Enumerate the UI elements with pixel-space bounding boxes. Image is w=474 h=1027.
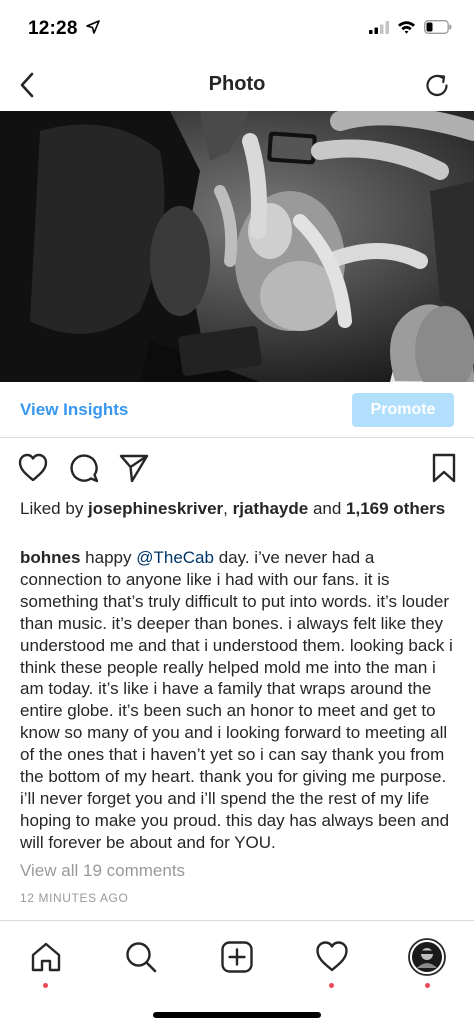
bottom-tab-bar <box>0 920 474 1027</box>
view-all-comments-link[interactable]: View all 19 comments <box>20 861 185 881</box>
concert-crowd-image <box>0 111 474 382</box>
page-title: Photo <box>208 73 266 95</box>
home-notification-dot <box>43 983 48 988</box>
bookmark-icon[interactable] <box>428 452 460 484</box>
post-timestamp: 12 MINUTES AGO <box>20 891 129 905</box>
signal-icon <box>369 20 389 34</box>
post-photo[interactable] <box>0 111 474 382</box>
home-indicator <box>153 1012 321 1018</box>
liker-username[interactable]: josephineskriver <box>88 499 223 518</box>
likes-summary[interactable]: Liked by josephineskriver, rjathayde and… <box>20 498 460 520</box>
view-insights-link[interactable]: View Insights <box>20 400 128 420</box>
status-bar: 12:28 <box>0 0 474 60</box>
wifi-icon <box>398 21 415 34</box>
likes-and: and <box>308 499 347 518</box>
insights-bar: View Insights Promote <box>0 382 474 438</box>
status-time: 12:28 <box>28 18 78 39</box>
add-post-icon[interactable] <box>219 939 255 975</box>
nav-bar: Photo <box>0 60 474 110</box>
search-icon[interactable] <box>123 939 159 975</box>
home-icon[interactable] <box>28 939 64 975</box>
profile-avatar[interactable] <box>408 938 446 976</box>
profile-notification-dot <box>425 983 430 988</box>
comment-icon[interactable] <box>68 452 100 484</box>
likes-count[interactable]: 1,169 others <box>346 499 445 518</box>
caption-text: day. i’ve never had a connection to anyo… <box>20 548 453 852</box>
heart-icon[interactable] <box>17 452 49 484</box>
liker-username[interactable]: rjathayde <box>233 499 309 518</box>
post-caption: bohnes happy @TheCab day. i’ve never had… <box>20 547 460 854</box>
share-icon[interactable] <box>118 452 150 484</box>
caption-mention[interactable]: @TheCab <box>136 548 214 567</box>
likes-separator: , <box>223 499 233 518</box>
post-actions <box>0 450 474 490</box>
battery-icon <box>424 20 452 34</box>
caption-username[interactable]: bohnes <box>20 548 80 567</box>
location-arrow-icon <box>86 20 100 34</box>
activity-notification-dot <box>329 983 334 988</box>
refresh-icon[interactable] <box>422 70 452 100</box>
caption-pre: happy <box>80 548 137 567</box>
likes-prefix: Liked by <box>20 499 89 518</box>
activity-heart-icon[interactable] <box>314 939 350 975</box>
promote-button[interactable]: Promote <box>352 393 454 427</box>
